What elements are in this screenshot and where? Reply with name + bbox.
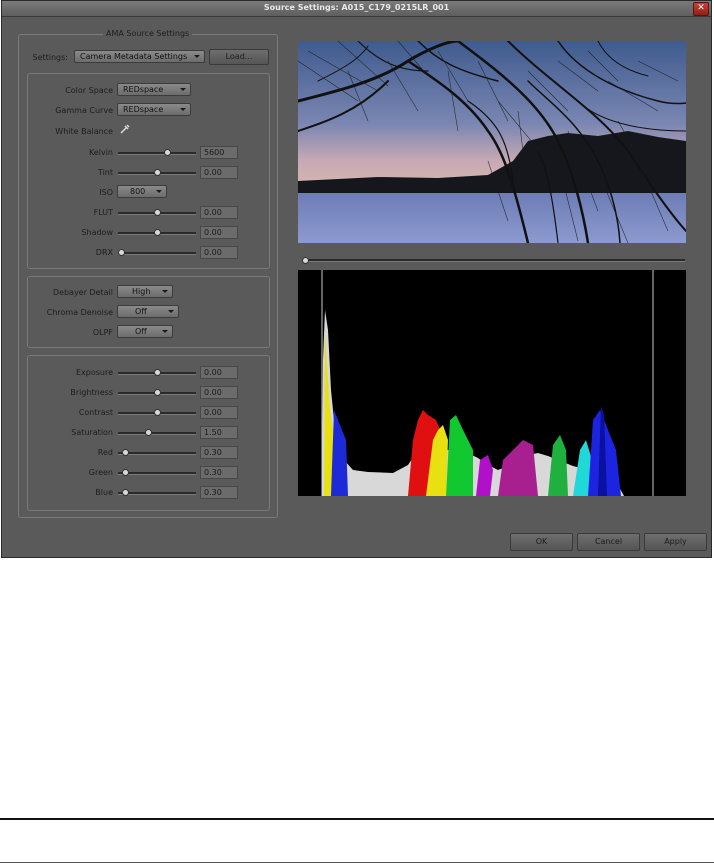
separator-rule-bottom <box>0 862 714 863</box>
source-settings-dialog: Source Settings: A015_C179_0215LR_001 ✕ … <box>1 0 712 558</box>
red-slider-thumb[interactable] <box>121 449 129 456</box>
drx-slider-thumb[interactable] <box>118 249 125 256</box>
settings-label: Settings: <box>32 53 68 62</box>
histogram-graph <box>321 270 654 496</box>
flut-value-field[interactable]: 0.00 <box>200 206 238 219</box>
chevron-down-icon <box>180 88 186 91</box>
drx-label: DRX <box>95 248 113 257</box>
close-icon[interactable]: ✕ <box>693 2 709 16</box>
shadow-label: Shadow <box>81 228 113 237</box>
shadow-slider-thumb[interactable] <box>153 229 161 236</box>
blue-slider-thumb[interactable] <box>121 489 129 496</box>
chevron-down-icon <box>180 108 186 111</box>
red-label: Red <box>97 448 113 457</box>
saturation-slider-track[interactable] <box>118 432 196 435</box>
settings-dropdown[interactable]: Camera Metadata Settings <box>74 50 205 63</box>
gamma-curve-dropdown[interactable]: REDspace <box>117 103 191 116</box>
color-space-value: REDspace <box>123 85 164 94</box>
preview-scene <box>298 41 686 243</box>
chevron-down-icon <box>156 190 162 193</box>
gamma-curve-value: REDspace <box>123 105 164 114</box>
green-slider-thumb[interactable] <box>121 469 129 476</box>
green-slider-track[interactable] <box>118 472 196 475</box>
drx-slider-track[interactable] <box>118 252 196 255</box>
white-balance-label: White Balance <box>55 127 113 136</box>
ok-button[interactable]: OK <box>510 533 573 551</box>
chevron-down-icon <box>168 310 174 313</box>
chroma-denoise-dropdown[interactable]: Off <box>117 305 179 318</box>
tint-label: Tint <box>97 168 113 177</box>
brightness-label: Brightness <box>70 388 113 397</box>
red-value-field[interactable]: 0.30 <box>200 446 238 459</box>
settings-dropdown-value: Camera Metadata Settings <box>80 52 188 61</box>
iso-value: 800 <box>130 187 146 196</box>
window-title: Source Settings: A015_C179_0215LR_001 <box>263 3 450 12</box>
kelvin-value-field[interactable]: 5600 <box>200 146 238 159</box>
tint-slider-thumb[interactable] <box>153 169 161 176</box>
chevron-down-icon <box>194 55 200 58</box>
chevron-down-icon <box>162 290 168 293</box>
red-slider-track[interactable] <box>118 452 196 455</box>
brightness-value-field[interactable]: 0.00 <box>200 386 238 399</box>
debayer-detail-label: Debayer Detail <box>52 288 113 297</box>
debayer-detail-value: High <box>132 287 151 296</box>
title-bar[interactable]: Source Settings: A015_C179_0215LR_001 ✕ <box>2 1 711 17</box>
flut-label: FLUT <box>93 208 113 217</box>
kelvin-slider-track[interactable] <box>118 152 196 155</box>
shadow-value-field[interactable]: 0.00 <box>200 226 238 239</box>
olpf-label: OLPF <box>92 328 113 337</box>
color-space-label: Color Space <box>65 86 113 95</box>
blue-label: Blue <box>95 488 113 497</box>
brightness-slider-thumb[interactable] <box>153 389 161 396</box>
eyedropper-icon[interactable] <box>119 123 131 135</box>
preview-image <box>298 41 686 243</box>
saturation-slider-thumb[interactable] <box>144 429 152 436</box>
color-space-dropdown[interactable]: REDspace <box>117 83 191 96</box>
chroma-denoise-value: Off <box>135 307 147 316</box>
load-button[interactable]: Load... <box>209 49 269 65</box>
contrast-label: Contrast <box>78 408 113 417</box>
contrast-slider-thumb[interactable] <box>153 409 161 416</box>
olpf-value: Off <box>135 327 147 336</box>
iso-label: ISO <box>99 188 113 197</box>
debayer-detail-dropdown[interactable]: High <box>117 285 173 298</box>
chevron-down-icon <box>162 330 168 333</box>
ama-legend: AMA Source Settings <box>103 29 193 38</box>
exposure-label: Exposure <box>75 368 113 377</box>
iso-dropdown[interactable]: 800 <box>117 185 167 198</box>
cancel-button[interactable]: Cancel <box>577 533 640 551</box>
separator-rule-top <box>0 818 714 820</box>
saturation-value-field[interactable]: 1.50 <box>200 426 238 439</box>
chroma-denoise-label: Chroma Denoise <box>46 308 113 317</box>
timeline-track[interactable] <box>302 259 685 262</box>
olpf-dropdown[interactable]: Off <box>117 325 173 338</box>
contrast-value-field[interactable]: 0.00 <box>200 406 238 419</box>
apply-button[interactable]: Apply <box>644 533 707 551</box>
gamma-curve-label: Gamma Curve <box>55 106 113 115</box>
exposure-slider-thumb[interactable] <box>153 369 161 376</box>
blue-value-field[interactable]: 0.30 <box>200 486 238 499</box>
histogram <box>298 270 686 496</box>
drx-value-field[interactable]: 0.00 <box>200 246 238 259</box>
tint-value-field[interactable]: 0.00 <box>200 166 238 179</box>
saturation-label: Saturation <box>71 428 113 437</box>
green-value-field[interactable]: 0.30 <box>200 466 238 479</box>
green-label: Green <box>88 468 113 477</box>
exposure-value-field[interactable]: 0.00 <box>200 366 238 379</box>
kelvin-label: Kelvin <box>88 148 113 157</box>
timeline-thumb[interactable] <box>302 257 309 264</box>
blue-slider-track[interactable] <box>118 492 196 495</box>
flut-slider-thumb[interactable] <box>153 209 161 216</box>
